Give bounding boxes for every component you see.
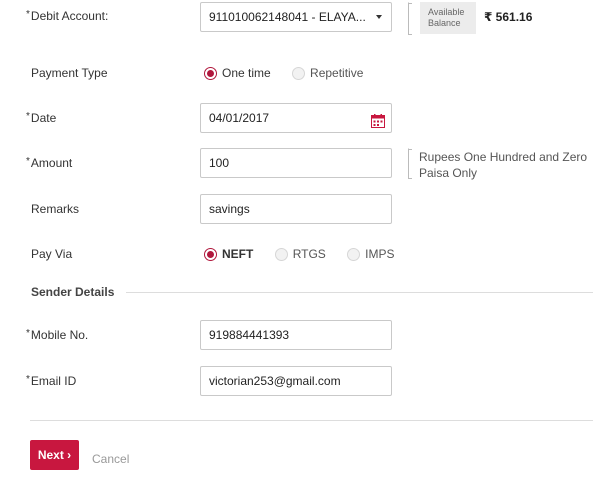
remarks-label: Remarks bbox=[31, 202, 80, 216]
radio-unchecked-icon bbox=[274, 247, 288, 261]
amount-label: *Amount bbox=[26, 156, 73, 170]
debit-account-select[interactable]: 911010062148041 - ELAYA... bbox=[200, 2, 392, 32]
pay-via-radio-group: NEFT RTGS IMPS bbox=[204, 247, 413, 264]
amount-in-words: Rupees One Hundred and Zero Paisa Only bbox=[419, 150, 588, 180]
actions-divider bbox=[30, 420, 593, 421]
date-input[interactable]: 04/01/2017 bbox=[200, 103, 392, 133]
available-balance-label: Available Balance bbox=[420, 2, 476, 34]
pay-via-neft-radio[interactable]: NEFT bbox=[204, 247, 253, 261]
fund-transfer-form: *Debit Account: 911010062148041 - ELAYA.… bbox=[0, 0, 593, 480]
available-balance-value: ₹ 561.16 bbox=[476, 2, 570, 34]
sender-details-heading: Sender Details bbox=[31, 285, 115, 299]
mobile-label: *Mobile No. bbox=[26, 328, 89, 342]
radio-unchecked-icon bbox=[292, 66, 306, 80]
pay-via-rtgs-radio[interactable]: RTGS bbox=[274, 247, 326, 261]
balance-bracket bbox=[408, 2, 415, 35]
remarks-input[interactable]: savings bbox=[200, 194, 392, 224]
radio-checked-icon bbox=[204, 247, 217, 261]
payment-type-repetitive-radio[interactable]: Repetitive bbox=[292, 66, 363, 80]
cancel-link[interactable]: Cancel bbox=[92, 452, 129, 466]
debit-account-label: *Debit Account: bbox=[26, 9, 109, 23]
payment-type-one-time-radio[interactable]: One time bbox=[204, 66, 271, 80]
debit-account-value: 911010062148041 - ELAYA... bbox=[209, 10, 366, 24]
date-label: *Date bbox=[26, 111, 57, 125]
sender-details-divider bbox=[126, 292, 593, 293]
pay-via-imps-radio[interactable]: IMPS bbox=[347, 247, 395, 261]
amount-words-bracket bbox=[408, 148, 415, 179]
pay-via-label: Pay Via bbox=[31, 247, 73, 261]
amount-input[interactable]: 100 bbox=[200, 148, 392, 178]
email-label: *Email ID bbox=[26, 374, 77, 388]
chevron-down-icon bbox=[376, 15, 382, 19]
next-button[interactable]: Next › bbox=[30, 440, 79, 470]
payment-type-radio-group: One time Repetitive bbox=[204, 66, 381, 83]
calendar-icon[interactable] bbox=[371, 110, 385, 128]
radio-checked-icon bbox=[204, 66, 217, 80]
mobile-input[interactable]: 919884441393 bbox=[200, 320, 392, 350]
email-input[interactable]: victorian253@gmail.com bbox=[200, 366, 392, 396]
available-balance: Available Balance ₹ 561.16 bbox=[420, 2, 570, 34]
radio-unchecked-icon bbox=[347, 247, 361, 261]
payment-type-label: Payment Type bbox=[31, 66, 108, 80]
